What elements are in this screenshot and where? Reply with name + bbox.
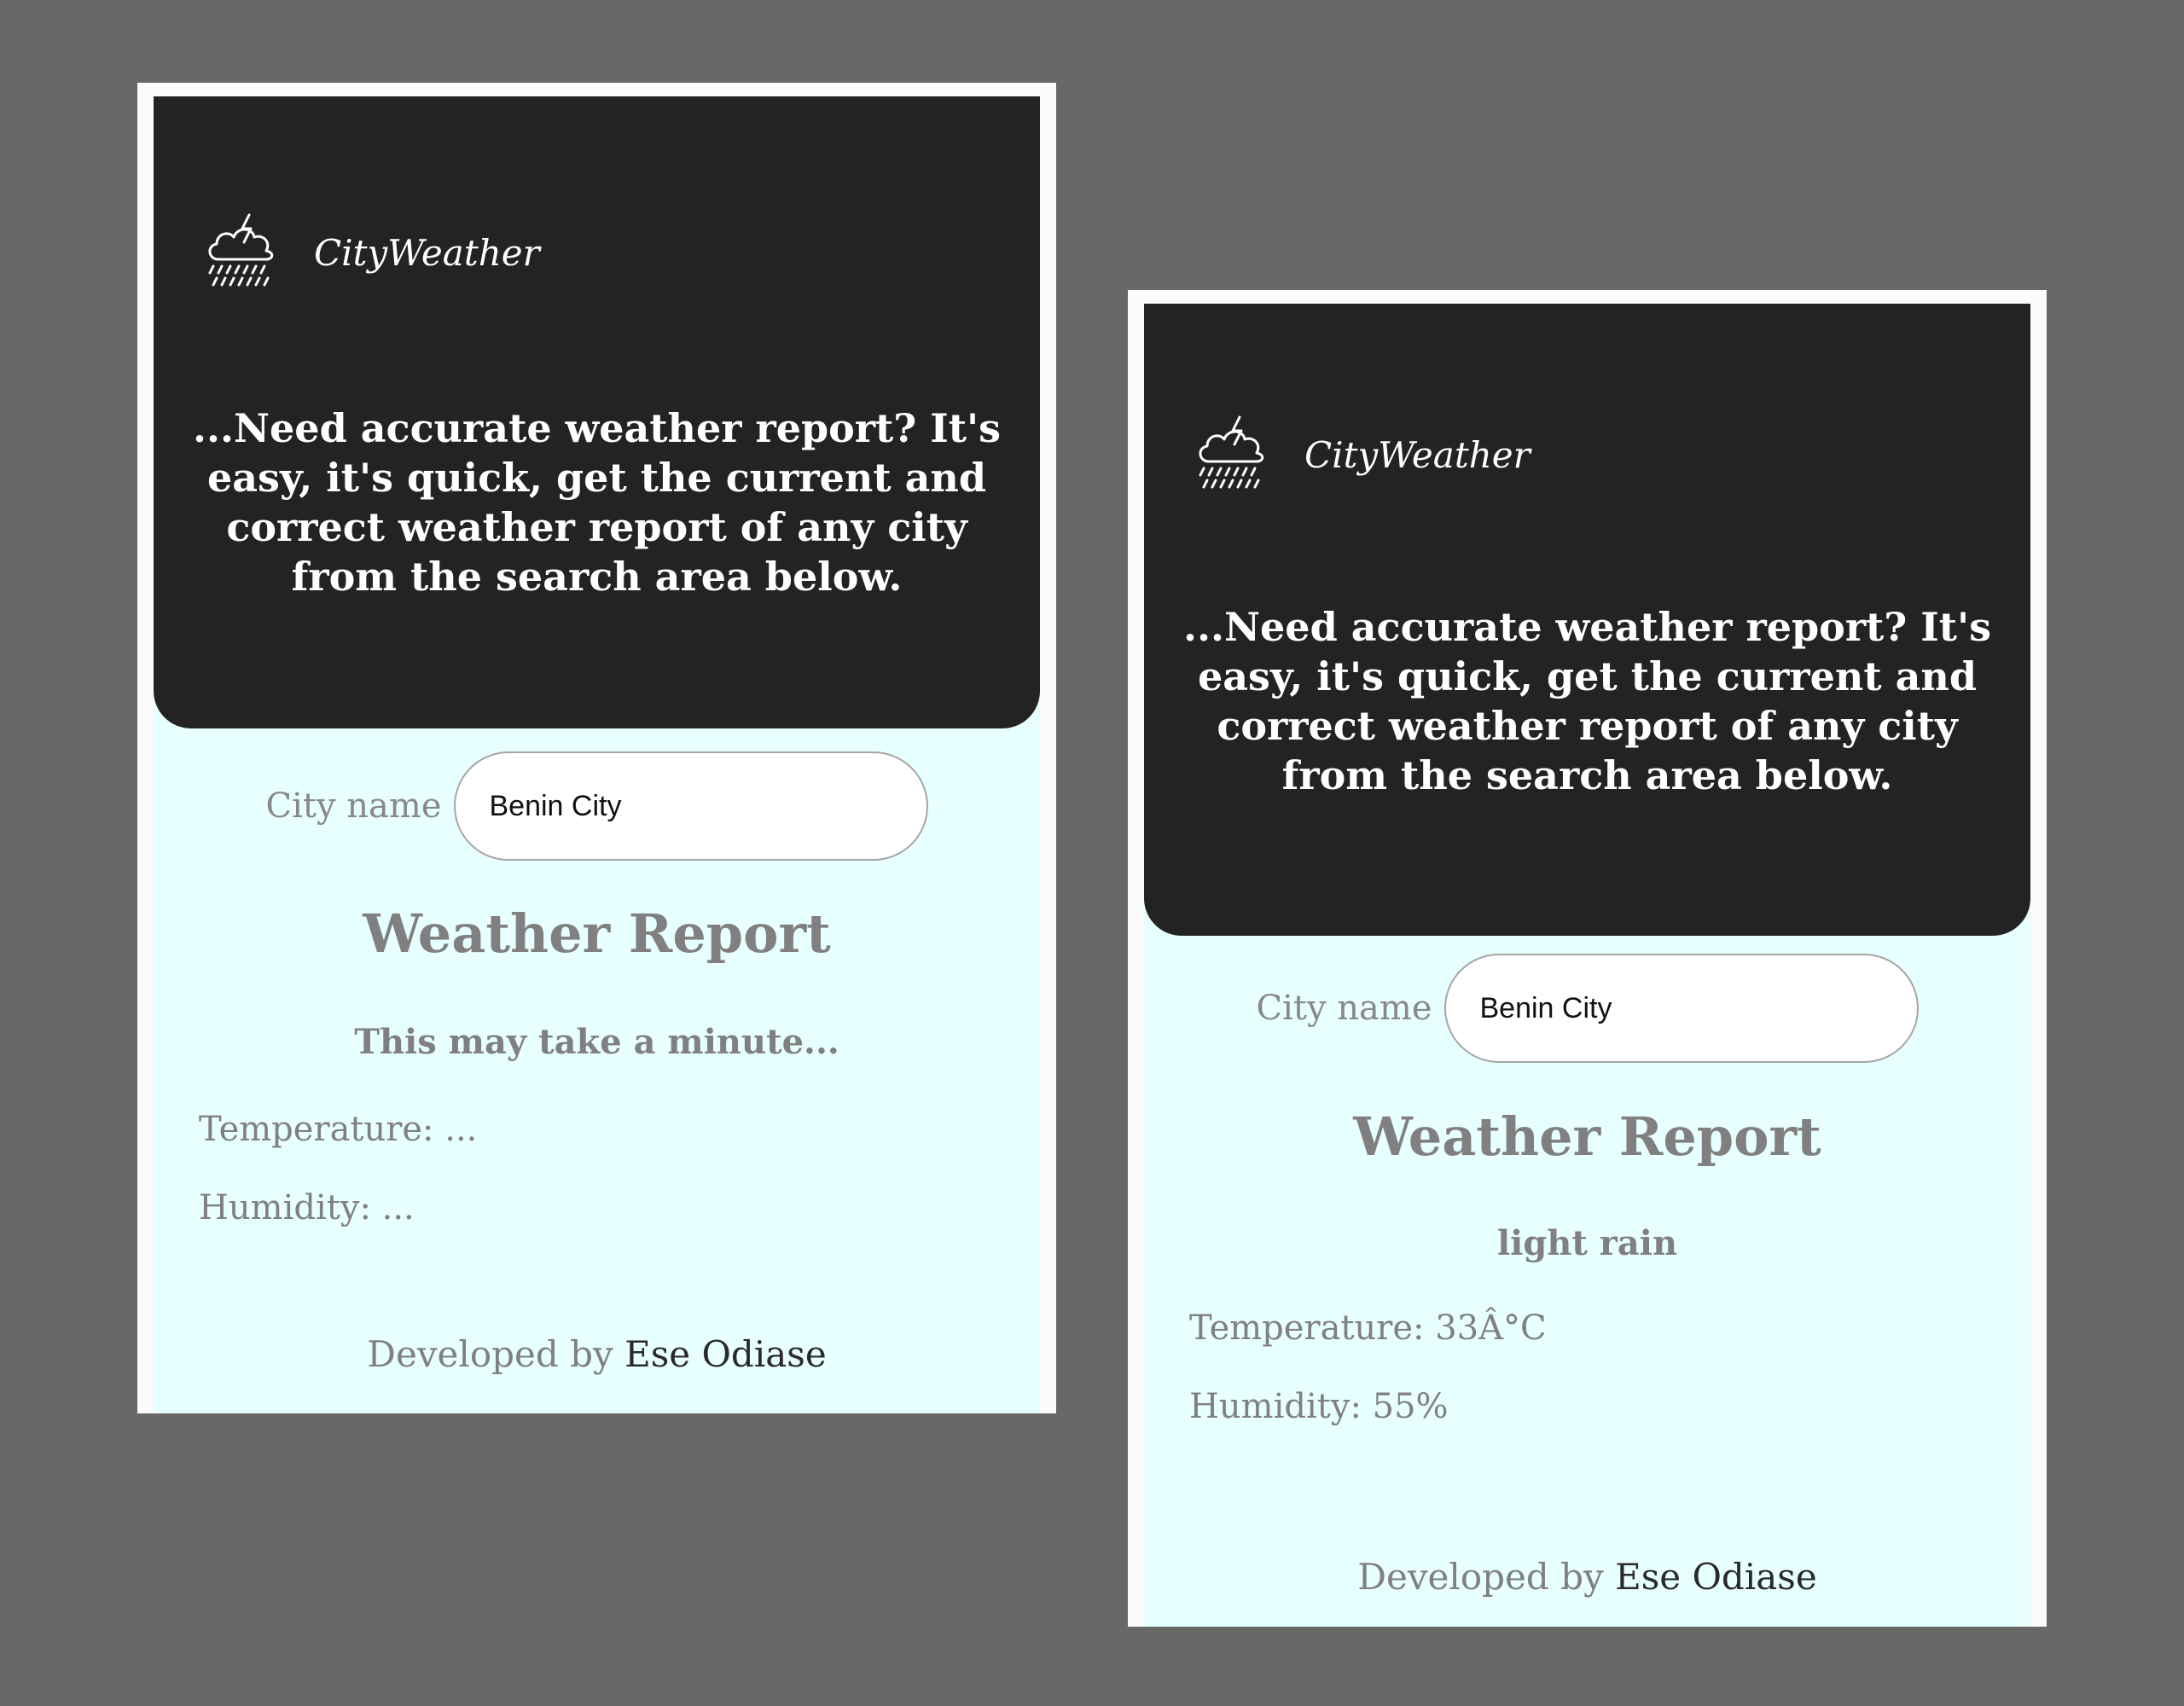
city-name-label: City name <box>265 786 442 826</box>
footer-prefix: Developed by <box>1357 1556 1604 1598</box>
hero-tagline: ...Need accurate weather report? It's ea… <box>192 405 1002 600</box>
temperature-readout: Temperature: ... <box>199 1110 478 1149</box>
hero-banner: CityWeather ...Need accurate weather rep… <box>154 96 1040 728</box>
footer-prefix: Developed by <box>367 1333 613 1375</box>
author-name: Ese Odiase <box>1615 1556 1817 1598</box>
temperature-readout: Temperature: 33Â°C <box>1189 1309 1547 1348</box>
weather-report-title: Weather Report <box>1353 1105 1821 1168</box>
app-screen: CityWeather ...Need accurate weather rep… <box>154 96 1040 1413</box>
weather-report-title: Weather Report <box>363 902 831 965</box>
weather-description: light rain <box>1496 1223 1678 1263</box>
storm-cloud-icon <box>1199 415 1264 489</box>
city-name-input[interactable] <box>453 751 928 861</box>
phone-screen-loading: CityWeather ...Need accurate weather rep… <box>137 83 1056 1413</box>
city-search-row: City name <box>1144 954 2030 1063</box>
hero-tagline: ...Need accurate weather report? It's ea… <box>1182 604 1992 798</box>
author-name: Ese Odiase <box>624 1333 827 1375</box>
city-name-label: City name <box>1256 989 1432 1028</box>
humidity-readout: Humidity: ... <box>199 1188 415 1227</box>
hero-banner: CityWeather ...Need accurate weather rep… <box>1144 304 2030 936</box>
brand-name: CityWeather <box>1304 433 1531 476</box>
storm-cloud-icon <box>208 213 274 287</box>
phone-screen-result: CityWeather ...Need accurate weather rep… <box>1128 290 2047 1627</box>
brand-name: CityWeather <box>314 231 540 274</box>
brand: CityWeather <box>201 206 540 299</box>
app-screen: CityWeather ...Need accurate weather rep… <box>1144 304 2030 1627</box>
humidity-readout: Humidity: 55% <box>1189 1387 1449 1426</box>
footer-credit: Developed by Ese Odiase <box>1144 1556 2030 1598</box>
brand: CityWeather <box>1192 408 1531 502</box>
city-name-input[interactable] <box>1443 954 1919 1063</box>
city-search-row: City name <box>154 751 1040 861</box>
weather-description: This may take a minute... <box>354 1022 839 1062</box>
footer-credit: Developed by Ese Odiase <box>154 1333 1040 1375</box>
